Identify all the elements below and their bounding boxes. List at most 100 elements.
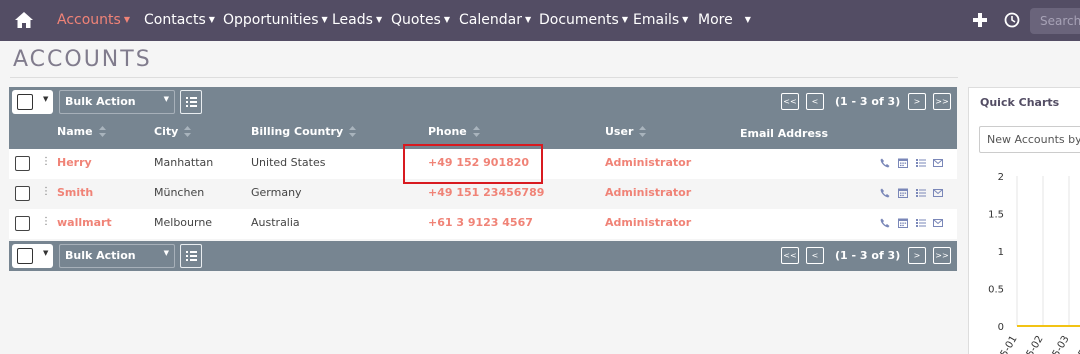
row-checkbox[interactable] — [15, 156, 30, 171]
nav-quotes[interactable]: Quotes ▼ — [391, 12, 450, 28]
nav-opportunities[interactable]: Opportunities ▼ — [223, 12, 328, 28]
last-page-button[interactable]: >> — [933, 93, 951, 110]
divider — [10, 77, 958, 78]
city-cell: München — [154, 186, 205, 199]
user-link[interactable]: Administrator — [605, 156, 691, 169]
list-icon — [186, 251, 197, 261]
quick-charts-title: Quick Charts — [980, 96, 1060, 109]
col-phone-header[interactable]: Phone — [428, 125, 480, 138]
nav-accounts[interactable]: Accounts ▼ — [57, 12, 130, 28]
chevron-down-icon: ▼ — [208, 15, 215, 24]
x-tick-label: 5-02 — [1025, 334, 1046, 354]
highlight-box — [403, 144, 543, 184]
task-list-icon[interactable] — [916, 158, 926, 168]
user-link[interactable]: Administrator — [605, 186, 691, 199]
col-country-header[interactable]: Billing Country — [251, 125, 357, 138]
select-all-dropdown[interactable]: ▼ — [12, 244, 53, 268]
phone-link[interactable]: +61 3 9123 4567 — [428, 216, 533, 229]
quick-chart: 21.510.50 5-01 5-02 5-03 5-04 — [988, 172, 1080, 354]
nav-documents[interactable]: Documents ▼ — [539, 12, 628, 28]
next-page-button[interactable]: > — [908, 93, 926, 110]
account-name-link[interactable]: Herry — [57, 156, 92, 169]
sort-icon — [349, 126, 357, 137]
x-tick-label: 5-01 — [999, 334, 1020, 354]
top-nav: Accounts ▼ Contacts ▼ Opportunities ▼ Leads… — [0, 0, 1080, 41]
first-page-button[interactable]: << — [781, 247, 799, 264]
account-name-link[interactable]: wallmart — [57, 216, 112, 229]
account-name-link[interactable]: Smith — [57, 186, 93, 199]
col-email-header: Email Address — [740, 127, 829, 140]
table-row: ⋮ wallmart Melbourne Australia +61 3 912… — [9, 209, 957, 239]
email-icon[interactable] — [933, 158, 943, 168]
pagination-text: (1 - 3 of 3) — [835, 249, 901, 262]
chart-type-select[interactable]: New Accounts by — [979, 126, 1080, 153]
city-cell: Manhattan — [154, 156, 214, 169]
page-title: ACCOUNTS — [13, 47, 152, 72]
phone-link[interactable]: +49 151 23456789 — [428, 186, 544, 199]
country-cell: United States — [251, 156, 326, 169]
prev-page-button[interactable]: < — [806, 93, 824, 110]
chevron-down-icon: ▼ — [744, 15, 751, 24]
history-icon[interactable] — [1003, 11, 1021, 29]
row-checkbox[interactable] — [15, 186, 30, 201]
y-tick-label: 1.5 — [988, 210, 1004, 221]
y-tick-label: 2 — [998, 172, 1004, 183]
bulk-action-button[interactable]: Bulk Action ▼ — [59, 244, 175, 268]
email-icon[interactable] — [933, 218, 943, 228]
nav-calendar[interactable]: Calendar ▼ — [459, 12, 531, 28]
nav-emails[interactable]: Emails ▼ — [633, 12, 688, 28]
phone-icon[interactable] — [880, 158, 890, 168]
search-input[interactable]: Search — [1030, 8, 1080, 34]
calendar-icon[interactable] — [898, 158, 908, 168]
first-page-button[interactable]: << — [781, 93, 799, 110]
sort-icon — [472, 126, 480, 137]
chevron-down-icon: ▼ — [123, 15, 130, 24]
calendar-icon[interactable] — [898, 188, 908, 198]
home-icon[interactable] — [14, 11, 34, 29]
task-list-icon[interactable] — [916, 218, 926, 228]
select-all-dropdown[interactable]: ▼ — [12, 90, 53, 114]
phone-icon[interactable] — [880, 188, 890, 198]
email-icon[interactable] — [933, 188, 943, 198]
nav-leads[interactable]: Leads ▼ — [332, 12, 382, 28]
y-tick-label: 0.5 — [988, 285, 1004, 296]
phone-icon[interactable] — [880, 218, 890, 228]
country-cell: Australia — [251, 216, 300, 229]
nav-contacts[interactable]: Contacts ▼ — [144, 12, 215, 28]
country-cell: Germany — [251, 186, 302, 199]
chevron-down-icon: ▼ — [163, 249, 169, 257]
city-cell: Melbourne — [154, 216, 213, 229]
col-city-header[interactable]: City — [154, 125, 192, 138]
chevron-down-icon: ▼ — [321, 15, 328, 24]
col-user-header[interactable]: User — [605, 125, 647, 138]
task-list-icon[interactable] — [916, 188, 926, 198]
row-checkbox[interactable] — [15, 216, 30, 231]
next-page-button[interactable]: > — [908, 247, 926, 264]
row-menu-icon[interactable]: ⋮ — [41, 156, 51, 167]
list-icon — [186, 97, 197, 107]
list-toolbar-bottom: ▼ Bulk Action ▼ << < (1 - 3 of 3) > >> — [9, 241, 957, 271]
chevron-down-icon: ▼ — [524, 15, 532, 24]
sort-icon — [98, 126, 106, 137]
last-page-button[interactable]: >> — [933, 247, 951, 264]
plus-icon[interactable] — [971, 10, 989, 30]
select-all-checkbox[interactable] — [17, 94, 33, 110]
chevron-down-icon: ▼ — [375, 15, 383, 24]
chevron-down-icon: ▼ — [443, 15, 451, 24]
nav-more[interactable]: More ▼ — [698, 12, 751, 28]
row-menu-icon[interactable]: ⋮ — [41, 216, 51, 227]
row-menu-icon[interactable]: ⋮ — [41, 186, 51, 197]
column-chooser-button[interactable] — [180, 244, 202, 268]
calendar-icon[interactable] — [898, 218, 908, 228]
x-tick-label: 5-03 — [1051, 334, 1072, 354]
y-tick-label: 0 — [998, 322, 1004, 333]
column-chooser-button[interactable] — [180, 90, 202, 114]
col-name-header[interactable]: Name — [57, 125, 106, 138]
chevron-down-icon: ▼ — [621, 15, 628, 24]
bulk-action-button[interactable]: Bulk Action ▼ — [59, 90, 175, 114]
prev-page-button[interactable]: < — [806, 247, 824, 264]
select-all-checkbox[interactable] — [17, 248, 33, 264]
user-link[interactable]: Administrator — [605, 216, 691, 229]
sort-icon — [639, 126, 647, 137]
chevron-down-icon: ▼ — [682, 15, 689, 24]
